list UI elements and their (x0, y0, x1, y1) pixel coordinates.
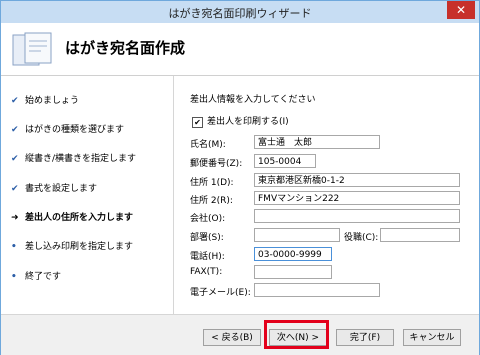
arrow-right-icon: ➜ (11, 213, 19, 223)
company-field[interactable] (254, 209, 460, 223)
back-button[interactable]: < 戻る(B) (203, 329, 261, 346)
page-title: はがき宛名面作成 (65, 39, 186, 57)
postal-label: 郵便番号(Z): (190, 159, 243, 169)
postal-field[interactable]: 105-0004 (254, 154, 316, 168)
print-sender-checkbox[interactable]: ✔ 差出人を印刷する(I) (192, 114, 289, 128)
name-field[interactable]: 富士通 太郎 (254, 135, 380, 149)
next-button-highlight (264, 320, 329, 349)
step-label: 縦書き/横書きを指定します (25, 154, 137, 164)
address2-label: 住所 2(R): (190, 196, 233, 206)
company-label: 会社(O): (190, 214, 226, 224)
email-label: 電子メール(E): (190, 288, 251, 298)
step-postcard-type: ✔ はがきの種類を選びます (11, 122, 124, 135)
step-mail-merge: • 差し込み印刷を指定します (11, 239, 133, 252)
checkbox-check-icon[interactable]: ✔ (192, 117, 203, 128)
finish-button[interactable]: 完了(F) (336, 329, 394, 346)
step-label: はがきの種類を選びます (25, 125, 125, 135)
position-label: 役職(C): (344, 233, 379, 243)
step-orientation: ✔ 縦書き/横書きを指定します (11, 151, 136, 164)
bullet-icon: • (11, 242, 17, 252)
check-icon: ✔ (11, 154, 19, 164)
step-format: ✔ 書式を設定します (11, 181, 97, 194)
sender-form: 差出人情報を入力してください ✔ 差出人を印刷する(I) 氏名(M): 富士通 太… (174, 76, 479, 314)
close-button[interactable]: ✕ (447, 1, 475, 19)
step-label: 書式を設定します (25, 184, 98, 194)
department-label: 部署(S): (190, 233, 224, 243)
wizard-header: はがき宛名面作成 (1, 23, 479, 76)
step-label: 差出人の住所を入力します (25, 213, 134, 223)
fax-label: FAX(T): (190, 267, 223, 277)
fax-field[interactable] (254, 265, 332, 279)
step-sender-address: ➜ 差出人の住所を入力します (11, 210, 133, 223)
name-label: 氏名(M): (190, 140, 226, 150)
wizard-steps: ✔ 始めましょう ✔ はがきの種類を選びます ✔ 縦書き/横書きを指定します ✔ 書式を… (1, 76, 174, 314)
wizard-window: はがき宛名面印刷ウィザード ✕ はがき宛名面作成 ✔ 始めましょう ✔ はがきの種類… (0, 0, 480, 355)
step-label: 終了です (25, 272, 62, 282)
check-icon: ✔ (11, 125, 19, 135)
cancel-button[interactable]: キャンセル (403, 329, 461, 346)
print-sender-label: 差出人を印刷する(I) (207, 117, 289, 127)
step-label: 差し込み印刷を指定します (25, 242, 134, 252)
address1-field[interactable]: 東京都港区新橋0-1-2 (254, 173, 460, 187)
form-instruction: 差出人情報を入力してください (190, 95, 316, 105)
position-field[interactable] (380, 228, 460, 242)
window-title: はがき宛名面印刷ウィザード (168, 7, 312, 20)
email-field[interactable] (254, 283, 380, 297)
address1-label: 住所 1(D): (190, 178, 234, 188)
step-start: ✔ 始めましょう (11, 93, 79, 106)
button-bar: < 戻る(B) 次へ(N) > 完了(F) キャンセル (1, 314, 479, 355)
check-icon: ✔ (11, 96, 19, 106)
address2-field[interactable]: FMVマンション222 (254, 191, 460, 205)
phone-label: 電話(H): (190, 252, 225, 262)
bullet-icon: • (11, 272, 17, 282)
phone-field[interactable]: 03-0000-9999 (254, 247, 332, 261)
title-bar: はがき宛名面印刷ウィザード ✕ (1, 1, 479, 23)
step-finish: • 終了です (11, 269, 61, 282)
postcard-document-icon (11, 31, 55, 70)
department-field[interactable] (254, 228, 340, 242)
check-icon: ✔ (11, 184, 19, 194)
step-label: 始めましょう (25, 96, 80, 106)
